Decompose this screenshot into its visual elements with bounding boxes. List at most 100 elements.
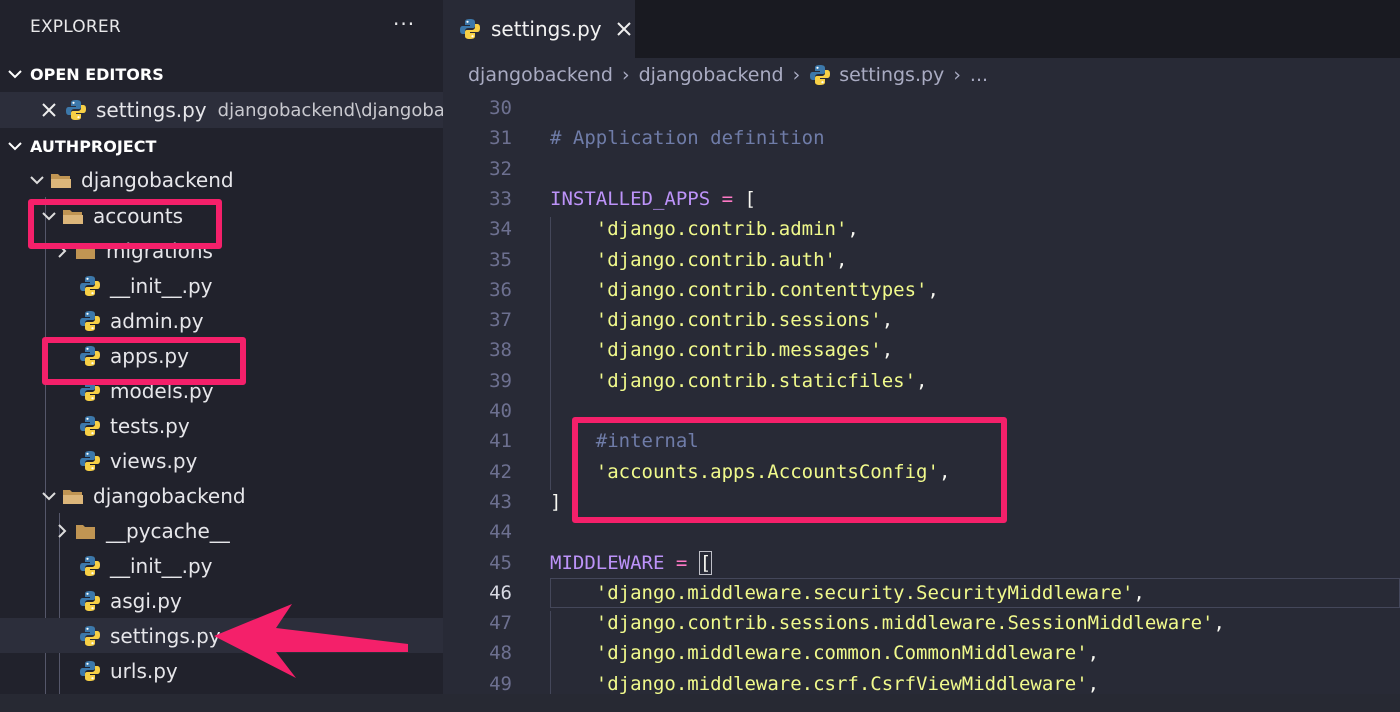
chevron-down-icon xyxy=(28,175,46,185)
tree-folder-djangobackend-inner[interactable]: djangobackend xyxy=(0,478,443,513)
tree-file-admin[interactable]: admin.py xyxy=(0,303,443,338)
tree-label: __pycache__ xyxy=(106,518,230,543)
code-line: 48 'django.middleware.common.CommonMiddl… xyxy=(443,638,1400,668)
tree-folder-djangobackend[interactable]: djangobackend xyxy=(0,162,443,197)
tree-label: views.py xyxy=(110,448,198,473)
python-file-icon xyxy=(79,660,101,682)
code-token: 'django.middleware.csrf.CsrfViewMiddlewa… xyxy=(550,672,1088,694)
code-text: 'django.middleware.csrf.CsrfViewMiddlewa… xyxy=(550,673,1099,694)
pointer-arrow-icon xyxy=(214,604,408,678)
code-token: , xyxy=(847,218,859,241)
chevron-down-icon xyxy=(0,141,30,151)
tree-file-init-2[interactable]: __init__.py xyxy=(0,548,443,583)
line-number: 47 xyxy=(489,612,512,635)
code-text: 'django.contrib.contenttypes', xyxy=(550,279,939,301)
code-token: 'django.contrib.admin' xyxy=(550,218,848,241)
tree-label: admin.py xyxy=(110,308,204,333)
code-text: MIDDLEWARE = [ xyxy=(550,550,713,575)
line-number: 48 xyxy=(489,642,512,665)
folder-open-icon xyxy=(50,171,72,189)
code-token: , xyxy=(1087,642,1100,665)
tree-label: tests.py xyxy=(110,413,190,438)
highlight-box-installed-app xyxy=(572,417,1007,523)
tree-file-tests[interactable]: tests.py xyxy=(0,408,443,443)
highlight-box-accounts xyxy=(28,199,222,249)
code-line: 32 xyxy=(443,154,1400,184)
chevron-right-icon xyxy=(53,523,71,538)
python-file-icon xyxy=(459,18,481,40)
line-number: 39 xyxy=(489,369,512,392)
code-token: 'django.contrib.contenttypes' xyxy=(550,278,928,301)
python-file-icon xyxy=(79,275,101,297)
code-text: 'django.contrib.auth', xyxy=(550,248,848,271)
python-file-icon xyxy=(79,415,101,437)
line-number: 46 xyxy=(489,581,512,604)
breadcrumb-item[interactable]: ... xyxy=(970,64,988,86)
code-text: 'django.contrib.admin', xyxy=(550,218,859,240)
line-number: 40 xyxy=(489,400,512,422)
folder-open-icon xyxy=(62,487,84,505)
code-line: 38 'django.contrib.messages', xyxy=(443,335,1400,365)
breadcrumb-item[interactable]: djangobackend xyxy=(468,64,613,86)
code-token: , xyxy=(916,369,928,392)
code-token: = xyxy=(664,551,699,574)
status-bar xyxy=(0,694,1400,712)
code-line: 46 'django.middleware.security.SecurityM… xyxy=(443,578,1400,608)
open-editor-filename: settings.py xyxy=(96,98,207,122)
close-icon[interactable] xyxy=(41,102,57,118)
code-token: 'django.contrib.messages' xyxy=(550,339,882,362)
line-number: 37 xyxy=(489,309,512,332)
code-token: [ xyxy=(698,550,713,575)
line-number: 43 xyxy=(489,490,512,513)
chevron-right-icon: › xyxy=(792,64,801,86)
code-token: 'django.contrib.sessions' xyxy=(550,309,882,332)
tree-file-init[interactable]: __init__.py xyxy=(0,268,443,303)
line-number: 45 xyxy=(489,551,512,574)
project-header[interactable]: AUTHPROJECT xyxy=(0,129,443,163)
code-editor[interactable]: 30 31 # Application definition 32 33 INSTALLE… xyxy=(443,92,1400,694)
tree-file-views[interactable]: views.py xyxy=(0,443,443,478)
code-token: , xyxy=(881,309,894,332)
code-text: # Application definition xyxy=(550,127,825,149)
open-editors-header[interactable]: OPEN EDITORS xyxy=(0,57,443,91)
tree-label: __init__.py xyxy=(110,273,213,298)
tab-settings[interactable]: settings.py xyxy=(443,0,635,58)
code-token: = xyxy=(710,187,745,210)
code-line: 37 'django.contrib.sessions', xyxy=(443,305,1400,335)
line-number: 42 xyxy=(489,460,512,483)
python-file-icon xyxy=(79,450,101,472)
line-number: 41 xyxy=(489,430,512,453)
breadcrumb-item[interactable]: djangobackend xyxy=(639,64,784,86)
code-token: # Application definition xyxy=(550,127,825,150)
chevron-down-icon xyxy=(40,491,58,501)
chevron-down-icon xyxy=(0,69,30,79)
code-token: 'django.contrib.auth' xyxy=(550,248,836,271)
code-token: 'django.middleware.common.CommonMiddlewa… xyxy=(550,642,1088,665)
highlight-box-apps xyxy=(42,337,246,385)
code-token: 'django.middleware.security.SecurityMidd… xyxy=(550,581,1134,604)
open-editor-path: djangobackend\djangoba... xyxy=(217,99,443,121)
python-file-icon xyxy=(65,99,87,121)
code-token: INSTALLED_APPS xyxy=(550,187,711,210)
code-line: 49 'django.middleware.csrf.CsrfViewMiddl… xyxy=(443,669,1400,694)
python-file-icon xyxy=(79,625,101,647)
python-file-icon xyxy=(79,590,101,612)
tree-label: djangobackend xyxy=(81,167,234,192)
code-text: 'django.contrib.staticfiles', xyxy=(550,370,928,392)
python-file-icon xyxy=(79,310,101,332)
line-number: 34 xyxy=(489,218,512,241)
code-token: , xyxy=(881,339,894,362)
open-editor-item[interactable]: settings.py djangobackend\djangoba... xyxy=(0,92,443,128)
tree-label: urls.py xyxy=(110,658,178,683)
line-number: 30 xyxy=(489,97,512,119)
code-token: 'django.contrib.sessions.middleware.Sess… xyxy=(550,612,1214,635)
tree-folder-pycache[interactable]: __pycache__ xyxy=(0,513,443,548)
more-actions-icon[interactable]: ··· xyxy=(393,12,415,36)
code-text: ] xyxy=(550,491,561,513)
breadcrumb-item[interactable]: settings.py xyxy=(839,64,944,86)
tree-label: __init__.py xyxy=(110,553,213,578)
code-token: , xyxy=(1213,612,1225,635)
breadcrumb: djangobackend › djangobackend › settings… xyxy=(443,58,1400,92)
chevron-right-icon: › xyxy=(621,64,630,86)
close-icon[interactable] xyxy=(616,21,632,37)
